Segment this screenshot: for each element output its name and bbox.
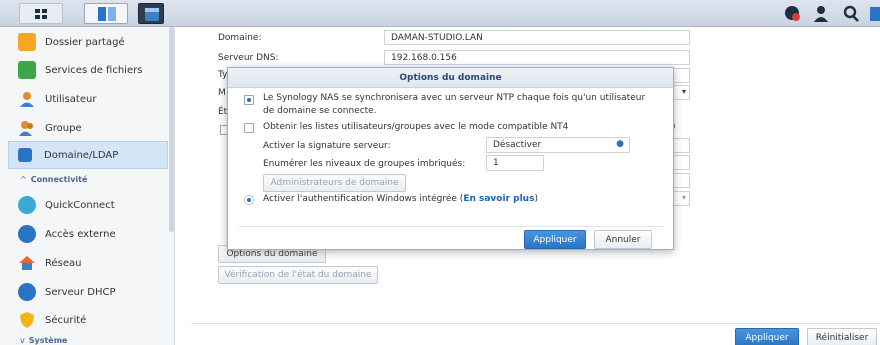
sidebar-item-quickconnect[interactable]: QuickConnect xyxy=(8,191,168,219)
dialog-apply-button[interactable]: Appliquer xyxy=(524,230,586,249)
chevron-down-icon: v xyxy=(20,336,25,345)
sidebar-item-label: Dossier partagé xyxy=(45,36,125,48)
chevron-down-icon: ▾ xyxy=(681,193,686,202)
footer-divider xyxy=(191,323,880,324)
domain-field[interactable]: DAMAN-STUDIO.LAN xyxy=(384,30,690,45)
calendar-taskbar-button[interactable] xyxy=(138,3,164,24)
domain-admins-button[interactable]: Administrateurs de domaine xyxy=(263,174,406,192)
partial-mode-label: M xyxy=(218,88,226,98)
dialog-cancel-button[interactable]: Annuler xyxy=(594,230,652,249)
sidebar-item-domain-ldap[interactable]: Domaine/LDAP xyxy=(8,141,168,169)
chevron-down-icon: ● xyxy=(616,139,624,149)
sidebar-item-dhcp-server[interactable]: Serveur DHCP xyxy=(8,278,168,306)
sidebar-section-connectivity[interactable]: ^ Connectivité xyxy=(20,175,87,184)
calendar-icon xyxy=(145,8,159,21)
nested-groups-input[interactable]: 1 xyxy=(486,155,544,171)
external-access-icon xyxy=(18,225,36,243)
sidebar: Dossier partagé Services de fichiers Uti… xyxy=(0,27,175,345)
server-signature-value: Désactiver xyxy=(493,140,542,150)
sidebar-scrollbar[interactable] xyxy=(169,27,174,232)
dns-server-label: Serveur DNS: xyxy=(218,53,279,63)
partial-status-label: Ét xyxy=(218,107,228,117)
partial-type-label: Ty xyxy=(218,70,228,80)
sidebar-item-label: Réseau xyxy=(45,257,82,269)
nt4-compat-checkbox[interactable] xyxy=(244,123,254,133)
sidebar-item-security[interactable]: Sécurité xyxy=(8,306,168,334)
sidebar-item-external-access[interactable]: Accès externe xyxy=(8,220,168,248)
search-icon[interactable] xyxy=(842,5,860,23)
widgets-icon[interactable] xyxy=(868,5,880,23)
sidebar-item-label: QuickConnect xyxy=(45,199,115,211)
user-icon xyxy=(18,90,36,108)
chevron-up-icon: ^ xyxy=(20,175,27,184)
dhcp-server-icon xyxy=(18,283,36,301)
top-toolbar xyxy=(0,0,880,27)
sidebar-item-label: Serveur DHCP xyxy=(45,286,116,298)
sidebar-item-label: Sécurité xyxy=(45,314,87,326)
sidebar-item-label: Accès externe xyxy=(45,228,116,240)
notification-icon[interactable] xyxy=(782,5,802,23)
domain-label: Domaine: xyxy=(218,33,262,43)
sidebar-item-label: Services de fichiers xyxy=(45,64,143,76)
control-panel-taskbar-button[interactable] xyxy=(84,3,128,24)
apply-button[interactable]: Appliquer xyxy=(735,328,799,345)
security-icon xyxy=(18,311,36,329)
ntp-sync-checkbox[interactable] xyxy=(244,95,254,105)
control-panel-icon xyxy=(98,7,116,21)
chevron-down-icon: ▾ xyxy=(681,87,686,96)
sidebar-item-group[interactable]: Groupe xyxy=(8,114,168,142)
server-signature-select[interactable]: Désactiver ● xyxy=(486,137,630,153)
ntp-sync-text: Le Synology NAS se synchronisera avec un… xyxy=(263,93,646,116)
sidebar-item-file-services[interactable]: Services de fichiers xyxy=(8,56,168,84)
network-icon xyxy=(18,254,36,272)
file-services-icon xyxy=(18,61,36,79)
domain-ldap-icon xyxy=(18,148,32,162)
user-account-icon[interactable] xyxy=(812,5,830,23)
dialog-title: Options du domaine xyxy=(228,68,673,88)
sidebar-item-label: Utilisateur xyxy=(45,93,97,105)
sidebar-item-user[interactable]: Utilisateur xyxy=(8,85,168,113)
server-signature-label: Activer la signature serveur: xyxy=(263,141,391,151)
windows-auth-checkbox[interactable] xyxy=(244,195,254,205)
domain-status-check-button[interactable]: Vérification de l'état du domaine xyxy=(218,266,378,284)
sidebar-section-system[interactable]: v Système xyxy=(20,336,67,345)
sidebar-item-shared-folder[interactable]: Dossier partagé xyxy=(8,28,168,56)
windows-auth-text: Activer l'authentification Windows intég… xyxy=(263,194,538,204)
group-icon xyxy=(18,119,36,137)
main-menu-button[interactable] xyxy=(19,3,63,24)
reset-button[interactable]: Réinitialiser xyxy=(807,328,877,345)
nt4-compat-text: Obtenir les listes utilisateurs/groupes … xyxy=(263,122,569,132)
dns-server-field[interactable]: 192.168.0.156 xyxy=(384,50,690,65)
dialog-divider xyxy=(238,226,663,227)
nested-groups-label: Enumérer les niveaux de groupes imbriqué… xyxy=(263,159,466,169)
shared-folder-icon xyxy=(18,33,36,51)
sidebar-item-label: Domaine/LDAP xyxy=(44,149,119,161)
learn-more-link[interactable]: En savoir plus xyxy=(463,194,534,204)
sidebar-item-network[interactable]: Réseau xyxy=(8,249,168,277)
sidebar-item-label: Groupe xyxy=(45,122,82,134)
domain-options-dialog: Options du domaine Le Synology NAS se sy… xyxy=(227,67,674,250)
grid-icon xyxy=(35,9,47,19)
quickconnect-icon xyxy=(18,196,36,214)
